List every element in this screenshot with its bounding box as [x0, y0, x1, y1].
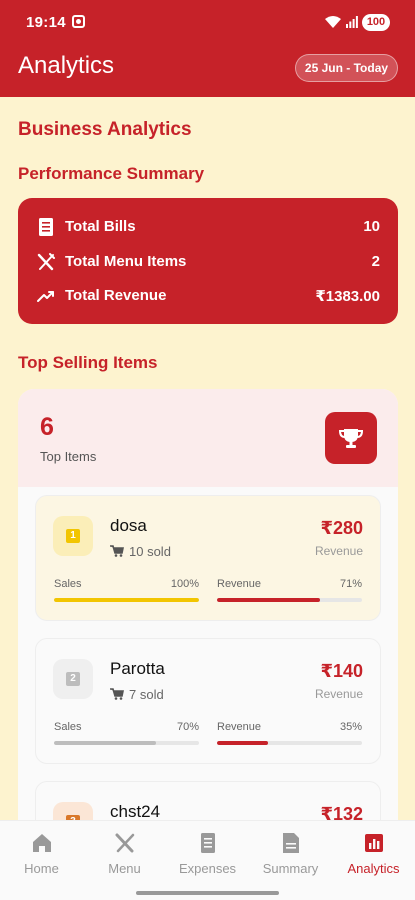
revenue-progress-fill: [217, 598, 320, 602]
sales-bar-label: Sales: [54, 721, 82, 733]
nav-expenses[interactable]: Expenses: [166, 821, 249, 885]
item-revenue-label: Revenue: [314, 544, 363, 558]
wifi-icon: [325, 16, 341, 28]
receipt-icon: [39, 218, 53, 236]
list-item-dosa[interactable]: 1 dosa 10 sold ₹280 Revenue Sales 100% R…: [35, 495, 381, 621]
page-title: Analytics: [18, 52, 115, 79]
sales-bar-label: Sales: [54, 578, 82, 590]
item-name: dosa: [110, 516, 147, 535]
sales-bar-percent: 70%: [176, 721, 199, 733]
app-bar: 19:14 100 Analytics 25 Jun - Today: [0, 0, 415, 97]
status-bar: 19:14 100: [0, 0, 415, 46]
summary-row-total-menu-items: Total Menu Items 2: [18, 250, 398, 274]
summary-value: 2: [371, 253, 380, 270]
top-items-count: 6: [40, 413, 54, 441]
summary-label: Total Menu Items: [65, 253, 187, 270]
status-time: 19:14: [26, 14, 66, 31]
top-items-label: Top Items: [40, 449, 97, 464]
cart-icon: [110, 545, 124, 557]
revenue-progress-fill: [217, 741, 268, 745]
top-items-header: 6 Top Items: [18, 389, 398, 487]
date-range-chip[interactable]: 25 Jun - Today: [295, 54, 398, 82]
bottom-navigation: Home Menu Expenses Summary Analytics: [0, 820, 415, 900]
sales-progress-fill: [54, 598, 199, 602]
revenue-bar-label: Revenue: [217, 721, 262, 733]
screen-record-icon: [72, 15, 85, 28]
trophy-button[interactable]: [325, 412, 377, 464]
menu-fork-knife-icon: [115, 833, 135, 853]
top-selling-card: 6 Top Items 1 dosa 10 sold ₹280 Revenue …: [18, 389, 398, 829]
gesture-handle: [136, 891, 279, 895]
nav-summary[interactable]: Summary: [249, 821, 332, 885]
sales-progress-fill: [54, 741, 156, 745]
item-revenue: ₹280: [320, 518, 363, 538]
nav-home[interactable]: Home: [0, 821, 83, 885]
item-name: Parotta: [110, 659, 165, 678]
nav-analytics[interactable]: Analytics: [332, 821, 415, 885]
item-name: chst24: [110, 802, 161, 821]
sales-progress-bar: [54, 741, 199, 745]
summary-label: Total Bills: [65, 218, 136, 235]
revenue-progress-bar: [217, 741, 362, 745]
summary-row-total-bills: Total Bills 10: [18, 215, 398, 239]
summary-value: 10: [363, 218, 380, 235]
item-revenue: ₹140: [320, 661, 363, 681]
item-sold-count: 7 sold: [129, 687, 164, 702]
rank-badge: 2: [53, 659, 93, 699]
sales-progress-bar: [54, 598, 199, 602]
item-revenue-label: Revenue: [314, 687, 363, 701]
revenue-progress-bar: [217, 598, 362, 602]
home-icon: [33, 834, 51, 852]
rank-badge: 1: [53, 516, 93, 556]
summary-icon: [283, 833, 299, 853]
cart-icon: [110, 688, 124, 700]
business-analytics-heading: Business Analytics: [18, 119, 192, 140]
fork-knife-icon: [37, 253, 55, 271]
expenses-icon: [201, 833, 215, 853]
analytics-icon: [365, 834, 383, 852]
trend-up-icon: [37, 291, 54, 302]
signal-icon: [346, 16, 358, 28]
revenue-bar-percent: 71%: [339, 578, 362, 590]
list-item-parotta[interactable]: 2 Parotta 7 sold ₹140 Revenue Sales 70% …: [35, 638, 381, 764]
sales-bar-percent: 100%: [170, 578, 199, 590]
nav-label: Home: [24, 861, 59, 876]
nav-label: Analytics: [347, 861, 400, 876]
trophy-icon: [338, 429, 364, 448]
nav-label: Summary: [262, 861, 319, 876]
revenue-bar-percent: 35%: [339, 721, 362, 733]
rank-number: 2: [66, 672, 80, 686]
rank-number: 1: [66, 529, 80, 543]
summary-value: ₹1383.00: [315, 288, 380, 305]
item-sold-count: 10 sold: [129, 544, 171, 559]
nav-label: Menu: [108, 861, 141, 876]
revenue-bar-label: Revenue: [217, 578, 262, 590]
nav-label: Expenses: [178, 861, 237, 876]
summary-row-total-revenue: Total Revenue ₹1383.00: [18, 284, 398, 308]
performance-summary-card: Total Bills 10 Total Menu Items 2 Total …: [18, 198, 398, 324]
battery-indicator: 100: [362, 14, 390, 31]
summary-label: Total Revenue: [65, 287, 167, 304]
performance-summary-heading: Performance Summary: [18, 164, 205, 183]
nav-menu[interactable]: Menu: [83, 821, 166, 885]
top-selling-heading: Top Selling Items: [18, 353, 158, 372]
